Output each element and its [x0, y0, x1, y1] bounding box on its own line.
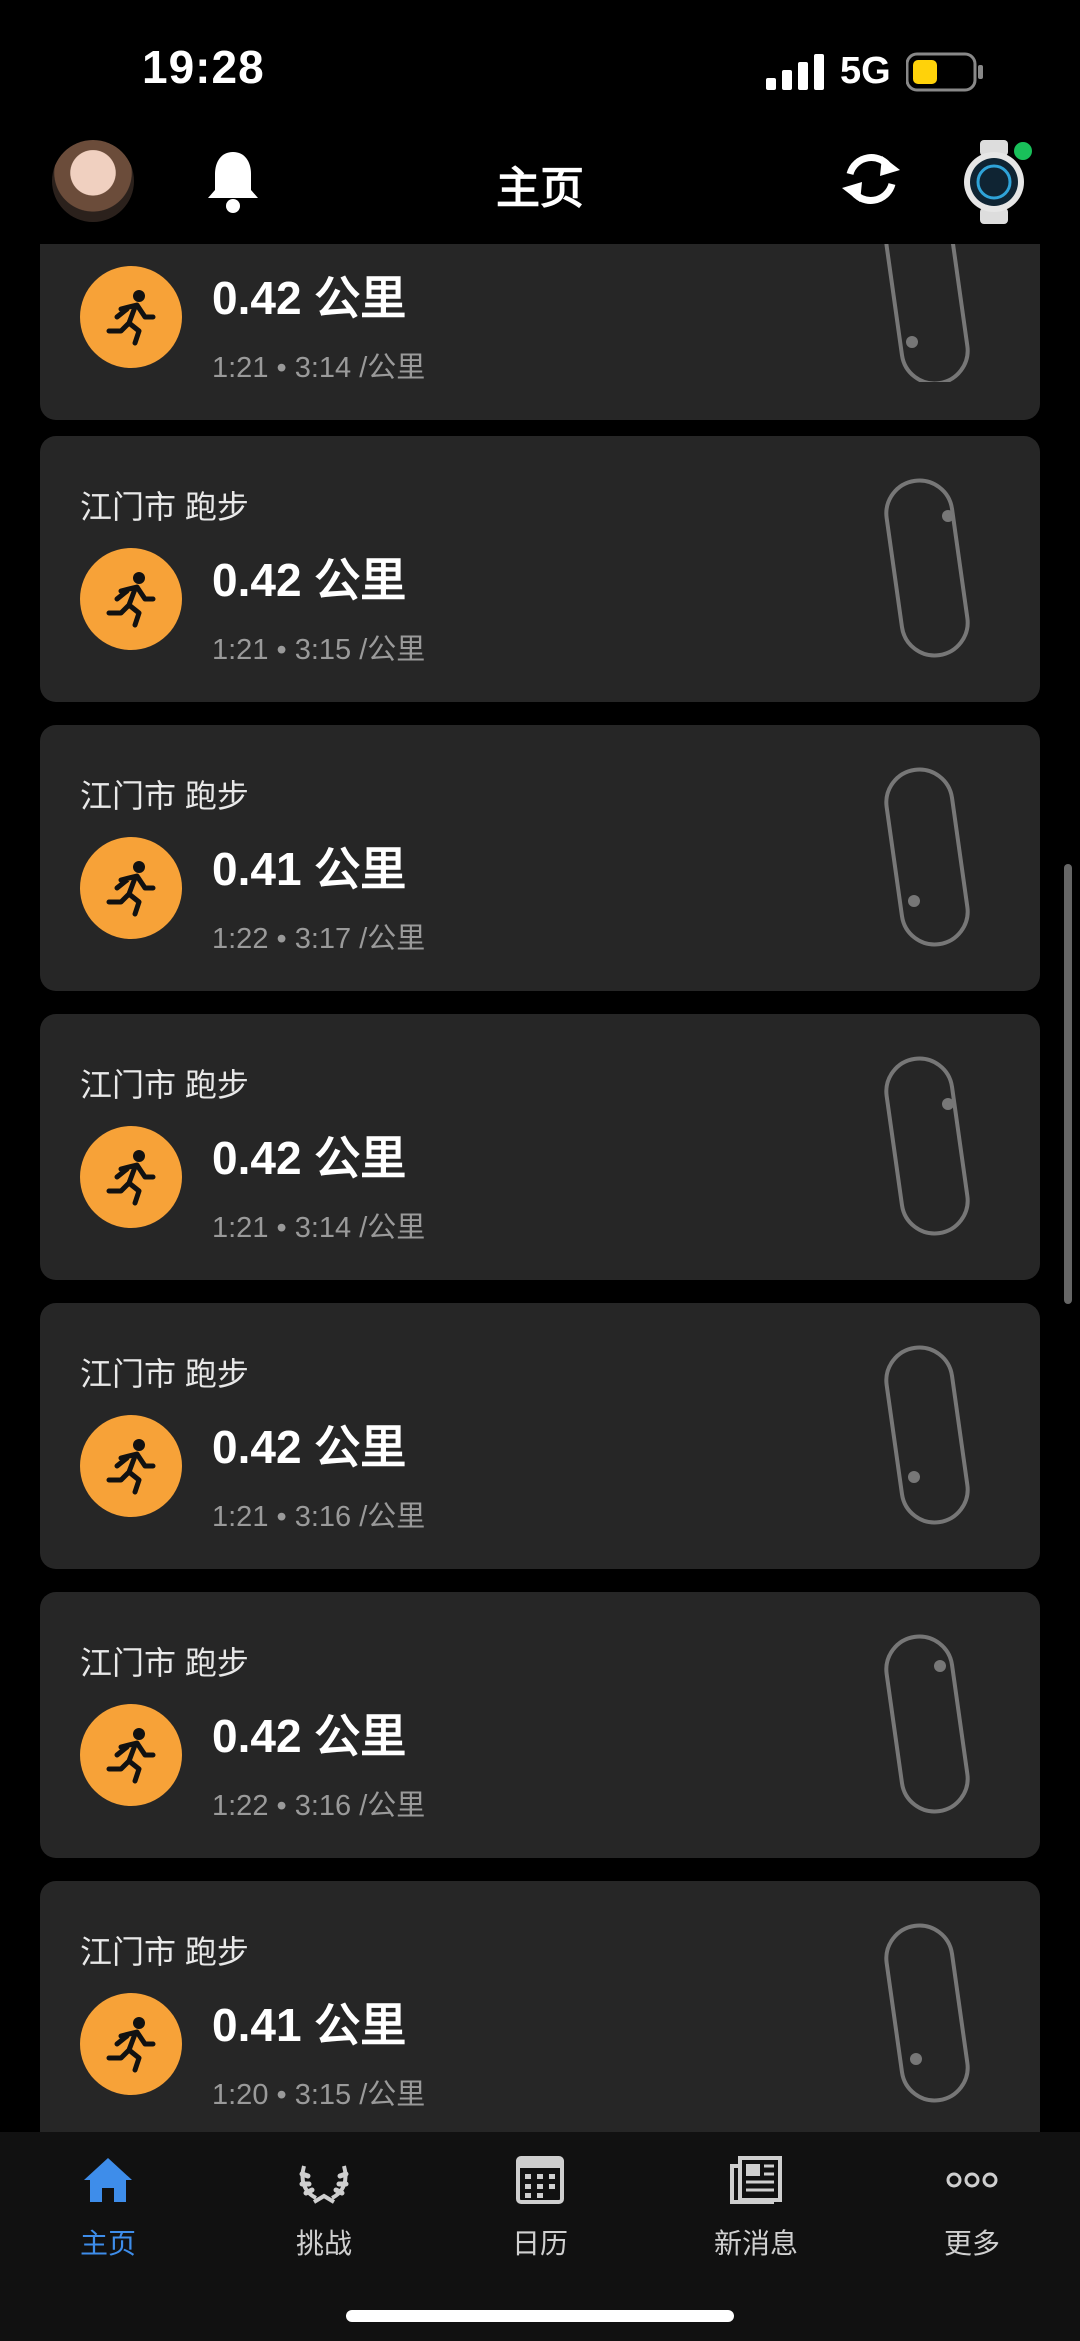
activity-distance: 0.42 公里 — [212, 554, 407, 606]
activity-stats: 1:21 • 3:14 /公里 — [212, 1212, 426, 1244]
battery-icon — [906, 52, 983, 92]
route-map-thumbnail — [884, 767, 970, 947]
activity-pace: 3:15 /公里 — [294, 2079, 426, 2111]
activity-duration: 1:21 — [212, 352, 269, 384]
status-time: 19:28 — [142, 41, 265, 93]
activity-location: 江门市 跑步 — [80, 1645, 249, 1681]
activity-distance: 0.41 公里 — [212, 843, 407, 895]
activity-card[interactable]: 江门市 跑步 0.41 公里 1:22 • 3:17 /公里 — [40, 725, 1040, 991]
route-map-thumbnail — [884, 1345, 970, 1525]
running-icon — [80, 1704, 182, 1806]
tab-label: 日历 — [511, 2228, 568, 2259]
tab-challenges[interactable]: 挑战 — [264, 2152, 384, 2262]
activity-pace: 3:16 /公里 — [294, 1790, 426, 1822]
running-icon — [80, 548, 182, 650]
activity-distance: 0.41 公里 — [212, 1999, 407, 2051]
activity-duration: 1:20 — [212, 2079, 269, 2111]
activity-card[interactable]: 江门市 跑步 0.42 公里 1:21 • 3:14 /公里 — [40, 1014, 1040, 1280]
cellular-signal-icon — [766, 54, 824, 90]
activity-location: 江门市 跑步 — [80, 489, 249, 525]
top-header: 主页 — [0, 140, 1080, 244]
activity-duration: 1:22 — [212, 923, 269, 955]
tab-label: 主页 — [79, 2228, 136, 2259]
route-map-thumbnail — [884, 1634, 970, 1814]
activity-card[interactable]: 江门市 跑步 0.41 公里 1:20 • 3:15 /公里 — [40, 1881, 1040, 2132]
activity-feed[interactable]: 0.42 公里 1:21 • 3:14 /公里 江门市 跑步 0.42 公里 1… — [0, 244, 1080, 2132]
tab-calendar[interactable]: 日历 — [480, 2152, 600, 2262]
tab-more[interactable]: 更多 — [912, 2152, 1032, 2262]
activity-location: 江门市 跑步 — [80, 778, 249, 814]
activity-location: 江门市 跑步 — [80, 1067, 249, 1103]
page-title: 主页 — [496, 164, 584, 213]
tab-label: 挑战 — [295, 2228, 352, 2259]
more-icon — [946, 2172, 998, 2188]
tab-label: 新消息 — [713, 2228, 798, 2259]
sync-icon[interactable] — [838, 146, 904, 212]
network-type: 5G — [840, 50, 891, 92]
activity-duration: 1:21 — [212, 1212, 269, 1244]
laurel-icon — [299, 2165, 349, 2204]
activity-duration: 1:22 — [212, 1790, 269, 1822]
home-icon — [84, 2158, 132, 2202]
activity-pace: 3:17 /公里 — [294, 923, 426, 955]
activity-stats: 1:21 • 3:16 /公里 — [212, 1501, 426, 1533]
activity-card[interactable]: 江门市 跑步 0.42 公里 1:22 • 3:16 /公里 — [40, 1592, 1040, 1858]
activity-card[interactable]: 江门市 跑步 0.42 公里 1:21 • 3:16 /公里 — [40, 1303, 1040, 1569]
activity-stats: 1:21 • 3:14 /公里 — [212, 352, 426, 384]
activity-distance: 0.42 公里 — [212, 1132, 407, 1184]
activity-stats: 1:22 • 3:16 /公里 — [212, 1790, 426, 1822]
activity-distance: 0.42 公里 — [212, 1421, 407, 1473]
tab-news[interactable]: 新消息 — [696, 2152, 816, 2262]
activity-card[interactable]: 0.42 公里 1:21 • 3:14 /公里 — [40, 244, 1040, 420]
activity-card[interactable]: 江门市 跑步 0.42 公里 1:21 • 3:15 /公里 — [40, 436, 1040, 702]
running-icon — [80, 837, 182, 939]
connected-status-dot — [1012, 140, 1034, 162]
activity-stats: 1:22 • 3:17 /公里 — [212, 923, 426, 955]
running-icon — [80, 1126, 182, 1228]
activity-distance: 0.42 公里 — [212, 272, 407, 324]
tab-home[interactable]: 主页 — [48, 2152, 168, 2262]
calendar-icon — [516, 2156, 564, 2204]
activity-stats: 1:20 • 3:15 /公里 — [212, 2079, 426, 2111]
activity-stats: 1:21 • 3:15 /公里 — [212, 634, 426, 666]
running-icon — [80, 266, 182, 368]
scrollbar[interactable] — [1064, 864, 1072, 1304]
home-indicator[interactable] — [346, 2310, 734, 2322]
news-icon — [730, 2156, 782, 2204]
activity-distance: 0.42 公里 — [212, 1710, 407, 1762]
running-icon — [80, 1415, 182, 1517]
running-icon — [80, 1993, 182, 2095]
route-map-thumbnail — [884, 478, 970, 658]
activity-pace: 3:15 /公里 — [294, 634, 426, 666]
activity-duration: 1:21 — [212, 634, 269, 666]
activity-duration: 1:21 — [212, 1501, 269, 1533]
tab-label: 更多 — [943, 2228, 1000, 2259]
route-map-thumbnail — [884, 1923, 970, 2103]
activity-location: 江门市 跑步 — [80, 1356, 249, 1392]
route-map-thumbnail — [884, 244, 970, 382]
activity-pace: 3:16 /公里 — [294, 1501, 426, 1533]
status-bar: 19:28 5G — [0, 0, 1080, 140]
route-map-thumbnail — [884, 1056, 970, 1236]
activity-pace: 3:14 /公里 — [294, 1212, 426, 1244]
activity-location: 江门市 跑步 — [80, 1934, 249, 1970]
activity-pace: 3:14 /公里 — [294, 352, 426, 384]
